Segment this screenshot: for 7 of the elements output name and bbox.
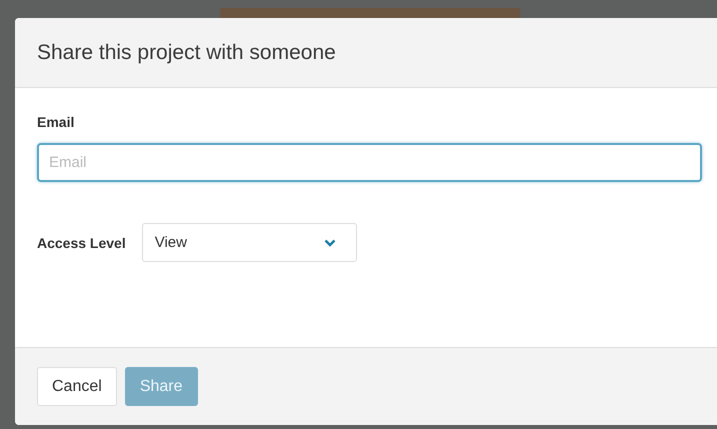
- email-field[interactable]: Email: [37, 143, 702, 182]
- email-label: Email: [37, 114, 76, 130]
- access-level-label: Access Level: [37, 234, 126, 250]
- cancel-button[interactable]: Cancel: [37, 367, 117, 406]
- chevron-down-icon: [324, 238, 336, 246]
- dialog-title: Share this project with someone: [37, 40, 336, 64]
- access-level-dropdown[interactable]: View: [142, 223, 357, 262]
